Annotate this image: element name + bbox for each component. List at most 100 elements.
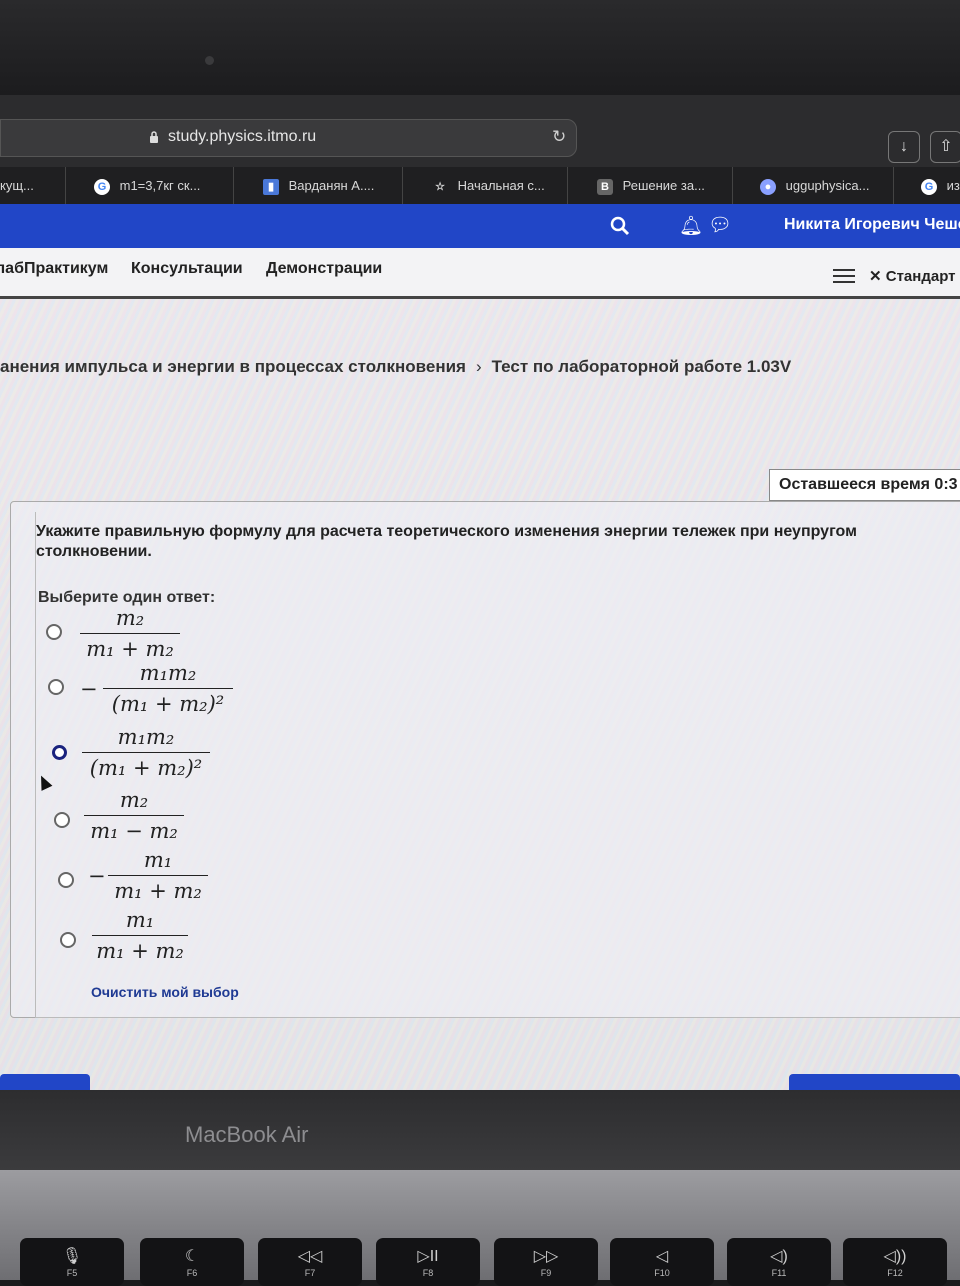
search-icon[interactable] xyxy=(609,215,631,237)
formula: m₁ m₁ + m₂ xyxy=(92,908,188,963)
user-name[interactable]: Никита Игоревич Чеше xyxy=(784,216,960,234)
rewind-icon: ◁◁ xyxy=(297,1248,323,1265)
breadcrumb-separator: › xyxy=(475,357,482,376)
minus-sign: − xyxy=(80,677,98,701)
volume-up-icon: ◁)) xyxy=(883,1248,907,1265)
formula-numerator: m₁m₂ xyxy=(117,725,175,749)
formula-denominator: m₁ + m₂ xyxy=(114,879,202,903)
laptop-chin xyxy=(0,1090,960,1170)
formula-numerator: m₁ xyxy=(125,908,155,932)
key-f5[interactable]: 🎙 F5 xyxy=(20,1238,124,1286)
key-label: F7 xyxy=(304,1268,316,1278)
standard-view-toggle[interactable]: ✕ Стандарт xyxy=(869,267,956,285)
key-label: F10 xyxy=(654,1268,670,1278)
google-icon: G xyxy=(921,178,937,195)
tab-6[interactable]: ● ugguphysica... xyxy=(734,167,894,204)
answer-option[interactable]: m₁ m₁ + m₂ xyxy=(60,908,280,978)
nav-demonstrations[interactable]: Демонстрации xyxy=(266,260,382,278)
mute-icon: ◁ xyxy=(655,1248,669,1265)
question-text: Укажите правильную формулу для расчета т… xyxy=(36,523,857,560)
formula: m₂ m₁ − m₂ xyxy=(84,788,184,843)
key-label: F9 xyxy=(540,1268,552,1278)
formula-denominator: (m₁ + m₂)² xyxy=(89,756,203,780)
key-f12[interactable]: ◁)) F12 xyxy=(843,1238,947,1286)
key-f6[interactable]: ☾ F6 xyxy=(140,1238,244,1286)
formula-numerator: m₂ xyxy=(119,788,149,812)
screen: study.physics.itmo.ru ↻ ↓ ⇧ кущ... G m1=… xyxy=(0,95,960,1090)
lock-icon xyxy=(150,131,158,143)
nav-consultations[interactable]: Консультации xyxy=(131,260,243,278)
fast-forward-icon: ▷▷ xyxy=(533,1248,559,1265)
key-label: F11 xyxy=(771,1268,787,1278)
key-f11[interactable]: ◁) F11 xyxy=(727,1238,831,1286)
chat-icon[interactable]: 💬︎ xyxy=(708,213,732,237)
breadcrumb-section[interactable]: анения импульса и энергии в процессах ст… xyxy=(0,357,466,376)
tab-2[interactable]: G m1=3,7кг ск... xyxy=(66,167,234,204)
b-icon: B xyxy=(597,178,613,195)
standard-label: Стандарт xyxy=(885,268,956,285)
key-label: F5 xyxy=(66,1268,78,1278)
key-label: F6 xyxy=(186,1268,198,1278)
tab-label: из xyxy=(946,178,960,193)
next-button[interactable] xyxy=(789,1074,960,1090)
formula-numerator: m₁ xyxy=(143,848,173,872)
radio-button[interactable] xyxy=(48,679,64,695)
clear-choice-link[interactable]: Очистить мой выбор xyxy=(91,984,239,1000)
formula-numerator: m₂ xyxy=(115,606,145,630)
answer-option-selected[interactable]: m₁m₂ (m₁ + m₂)² xyxy=(52,725,272,791)
tab-bar: кущ... G m1=3,7кг ск... ▮ Варданян А....… xyxy=(0,167,960,204)
tab-label: Варданян А.... xyxy=(288,178,375,193)
nav-labpraktikum[interactable]: лабПрактикум xyxy=(0,260,108,278)
question-body: Укажите правильную формулу для расчета т… xyxy=(35,512,960,1018)
breadcrumb: анения импульса и энергии в процессах ст… xyxy=(0,357,791,377)
key-f7[interactable]: ◁◁ F7 xyxy=(258,1238,362,1286)
answer-prompt: Выберите один ответ: xyxy=(38,589,216,606)
radio-button-selected[interactable] xyxy=(52,745,67,760)
url-text: study.physics.itmo.ru xyxy=(168,128,317,145)
tab-7[interactable]: G из xyxy=(895,167,960,204)
tab-3[interactable]: ▮ Варданян А.... xyxy=(235,167,403,204)
drive-icon: ● xyxy=(760,178,776,195)
prev-button[interactable] xyxy=(0,1074,90,1090)
address-bar[interactable]: study.physics.itmo.ru ↻ xyxy=(0,119,577,157)
share-icon[interactable]: ⇧ xyxy=(930,131,960,163)
laptop-bezel xyxy=(0,0,960,95)
site-header: 🔔︎ 💬︎ Никита Игоревич Чеше xyxy=(0,204,960,248)
moon-icon: ☾ xyxy=(184,1248,200,1265)
formula: m₂ m₁ + m₂ xyxy=(80,606,180,661)
browser-toolbar: study.physics.itmo.ru ↻ ↓ ⇧ xyxy=(0,95,960,167)
volume-down-icon: ◁) xyxy=(770,1248,788,1265)
key-f10[interactable]: ◁ F10 xyxy=(610,1238,714,1286)
tab-5[interactable]: B Решение за... xyxy=(569,167,733,204)
breadcrumb-current: Тест по лабораторной работе 1.03V xyxy=(491,357,792,376)
camera xyxy=(205,56,214,65)
formula-numerator: m₁m₂ xyxy=(139,661,197,685)
answer-option[interactable]: − m₁m₂ (m₁ + m₂)² xyxy=(48,661,288,725)
reload-icon[interactable]: ↻ xyxy=(552,127,566,147)
key-label: F8 xyxy=(422,1268,434,1278)
radio-button[interactable] xyxy=(46,624,62,640)
formula-denominator: (m₁ + m₂)² xyxy=(111,692,225,716)
key-f9[interactable]: ▷▷ F9 xyxy=(494,1238,598,1286)
tab-1[interactable]: кущ... xyxy=(0,167,66,204)
minus-sign: − xyxy=(88,864,106,888)
book-icon: ▮ xyxy=(263,178,279,195)
key-f8[interactable]: ▷II F8 xyxy=(376,1238,480,1286)
formula-denominator: m₁ − m₂ xyxy=(90,819,178,843)
tab-label: Начальная с... xyxy=(457,178,545,193)
tab-label: m1=3,7кг ск... xyxy=(119,178,201,193)
tab-label: кущ... xyxy=(0,178,34,193)
download-icon[interactable]: ↓ xyxy=(888,131,920,163)
radio-button[interactable] xyxy=(54,812,70,828)
google-icon: G xyxy=(94,178,110,195)
tab-4[interactable]: ☆ Начальная с... xyxy=(404,167,568,204)
star-icon: ☆ xyxy=(435,180,445,193)
play-pause-icon: ▷II xyxy=(417,1248,439,1265)
radio-button[interactable] xyxy=(60,932,76,948)
main-content: анения импульса и энергии в процессах ст… xyxy=(0,299,960,1090)
main-nav: лабПрактикум Консультации Демонстрации ✕… xyxy=(0,248,960,299)
list-icon[interactable] xyxy=(833,269,855,287)
formula: m₁ m₁ + m₂ xyxy=(108,848,208,903)
radio-button[interactable] xyxy=(58,872,74,888)
bell-icon[interactable]: 🔔︎ xyxy=(679,214,703,238)
